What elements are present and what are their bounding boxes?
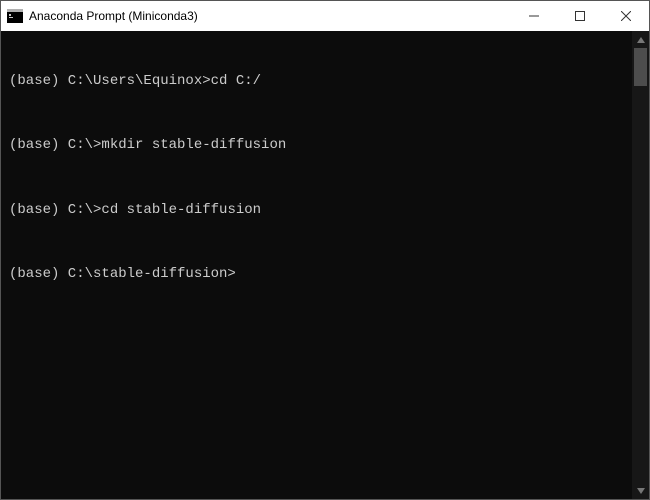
minimize-button[interactable] (511, 1, 557, 31)
scrollbar[interactable] (632, 31, 649, 499)
scrollbar-thumb[interactable] (634, 48, 647, 86)
terminal-line: (base) C:\stable-diffusion> (9, 266, 624, 282)
scrollbar-track[interactable] (632, 48, 649, 482)
client-area: (base) C:\Users\Equinox>cd C:/ (base) C:… (1, 31, 649, 499)
command: cd C:/ (211, 73, 261, 89)
terminal-line: (base) C:\Users\Equinox>cd C:/ (9, 73, 624, 89)
terminal-line: (base) C:\>cd stable-diffusion (9, 202, 624, 218)
maximize-button[interactable] (557, 1, 603, 31)
scroll-up-icon[interactable] (632, 31, 649, 48)
terminal-line: (base) C:\>mkdir stable-diffusion (9, 137, 624, 153)
window-title: Anaconda Prompt (Miniconda3) (29, 9, 198, 23)
window: Anaconda Prompt (Miniconda3) (base) C:\U… (0, 0, 650, 500)
prompt: (base) C:\> (9, 137, 101, 153)
scroll-down-icon[interactable] (632, 482, 649, 499)
terminal[interactable]: (base) C:\Users\Equinox>cd C:/ (base) C:… (1, 31, 632, 499)
close-button[interactable] (603, 1, 649, 31)
prompt: (base) C:\> (9, 202, 101, 218)
prompt: (base) C:\stable-diffusion> (9, 266, 236, 282)
titlebar[interactable]: Anaconda Prompt (Miniconda3) (1, 1, 649, 31)
prompt: (base) C:\Users\Equinox> (9, 73, 211, 89)
command: cd stable-diffusion (101, 202, 261, 218)
window-controls (511, 1, 649, 31)
command: mkdir stable-diffusion (101, 137, 286, 153)
app-icon (7, 8, 23, 24)
